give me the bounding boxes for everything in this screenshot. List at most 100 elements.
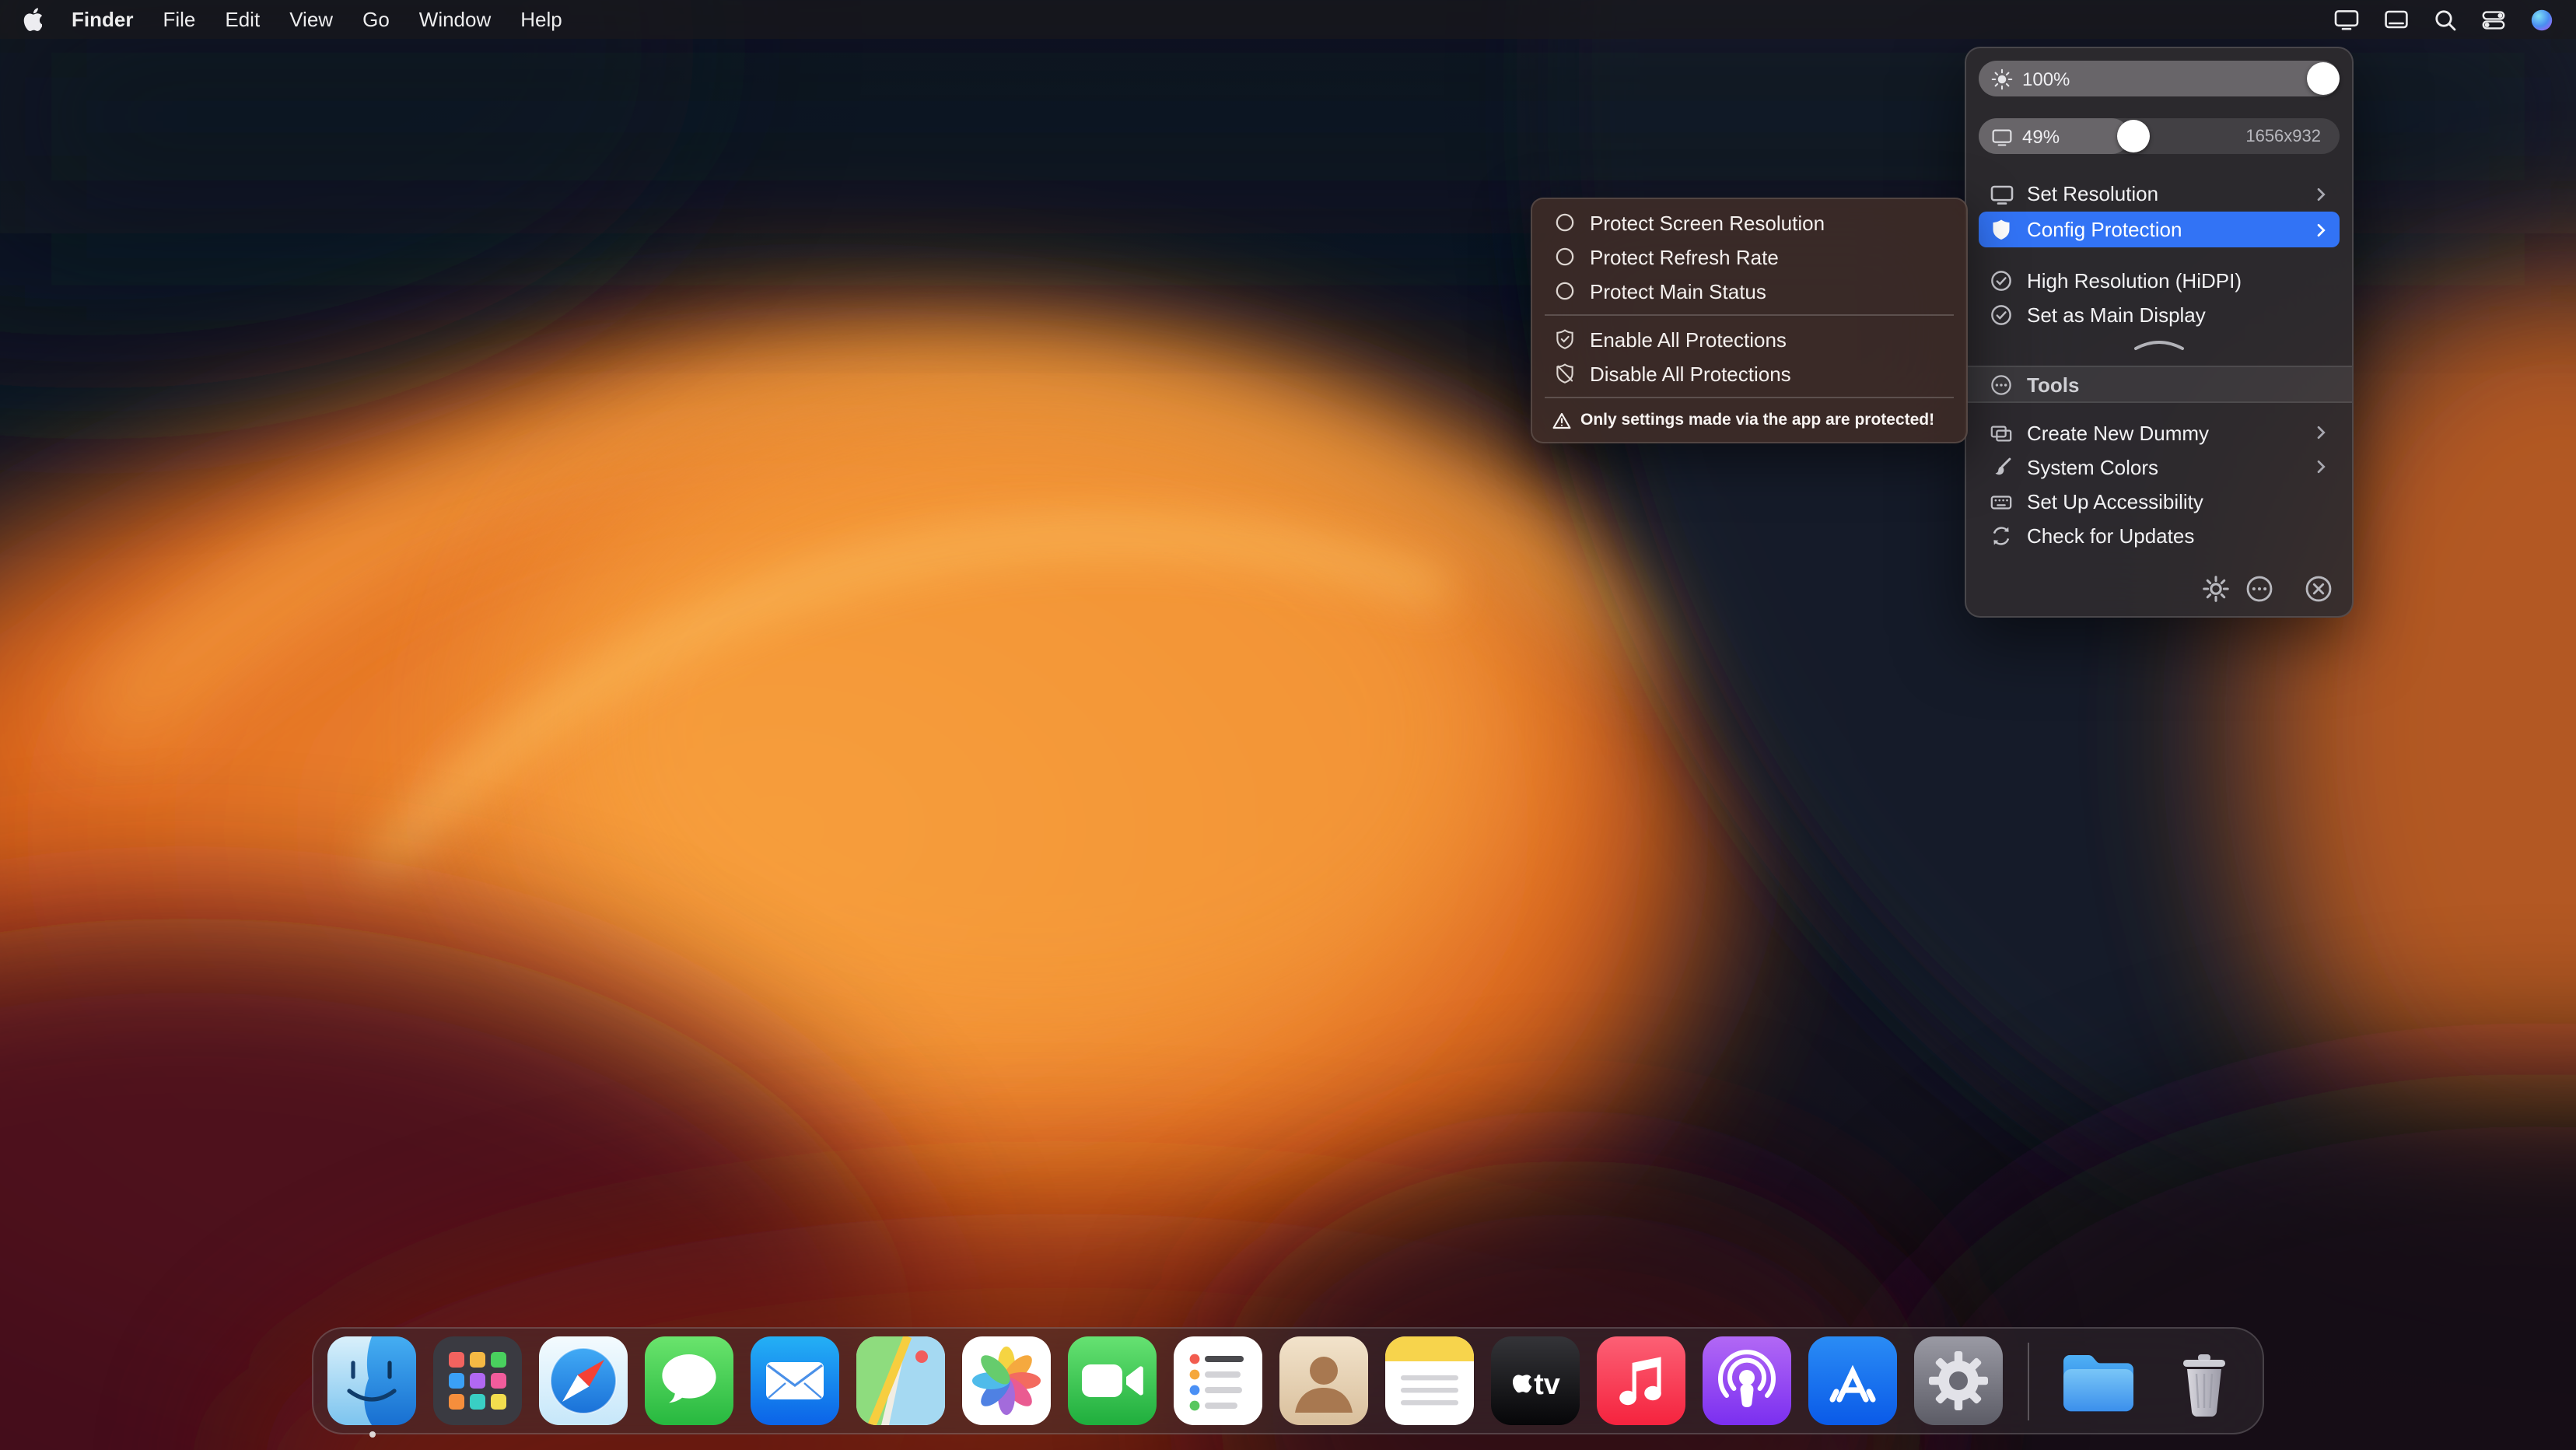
dock-icon-notes[interactable]	[1385, 1336, 1474, 1425]
panel-footer	[1979, 574, 2340, 607]
menu-go[interactable]: Go	[362, 8, 390, 31]
menu-item-set-up-accessibility[interactable]: Set Up Accessibility	[1979, 484, 2340, 518]
menu-bar: Finder File Edit View Go Window Help	[0, 0, 2576, 39]
window-display-icon[interactable]	[2383, 6, 2410, 33]
submenu-item-enable-all-protections[interactable]: Enable All Protections	[1540, 322, 1958, 356]
chevron-right-icon	[2312, 184, 2330, 203]
dock-icon-maps[interactable]	[856, 1336, 945, 1425]
apple-menu[interactable]	[22, 8, 42, 31]
running-indicator	[369, 1431, 375, 1438]
submenu-item-protect-refresh-rate[interactable]: Protect Refresh Rate	[1540, 240, 1958, 274]
accessibility-keyboard-icon	[1988, 489, 2014, 513]
check-circle-icon	[1988, 268, 2014, 292]
dock-icon-contacts[interactable]	[1279, 1336, 1368, 1425]
viewport: Finder File Edit View Go Window Help	[0, 0, 2576, 1450]
config-protection-submenu: Protect Screen Resolution Protect Refres…	[1531, 198, 1968, 443]
submenu-item-label: Protect Main Status	[1590, 279, 1766, 303]
menu-item-create-new-dummy[interactable]: Create New Dummy	[1979, 415, 2340, 450]
submenu-item-disable-all-protections[interactable]: Disable All Protections	[1540, 356, 1958, 391]
submenu-item-protect-main-status[interactable]: Protect Main Status	[1540, 274, 1958, 308]
menu-view[interactable]: View	[289, 8, 333, 31]
dock-icon-downloads[interactable]	[2054, 1336, 2143, 1425]
paintbrush-icon	[1988, 455, 2014, 478]
resolution-detail: 1656x932	[2245, 127, 2321, 145]
dock-icon-system-settings[interactable]	[1914, 1336, 2003, 1425]
check-circle-icon	[1988, 303, 2014, 326]
menu-item-label: Create New Dummy	[2027, 421, 2299, 444]
circle-icon	[1552, 212, 1576, 233]
submenu-item-label: Protect Screen Resolution	[1590, 211, 1825, 234]
dock-icon-facetime[interactable]	[1068, 1336, 1157, 1425]
dock-icon-podcasts[interactable]	[1703, 1336, 1791, 1425]
chevron-right-icon	[2312, 220, 2330, 239]
display-icon[interactable]	[2333, 6, 2360, 33]
dock-icon-tv[interactable]: tv	[1491, 1336, 1580, 1425]
control-center-icon[interactable]	[2481, 7, 2506, 32]
quit-icon[interactable]	[2304, 574, 2333, 604]
menu-item-config-protection[interactable]: Config Protection	[1979, 212, 2340, 247]
brightness-slider[interactable]: 100%	[1979, 61, 2340, 96]
dock-icon-reminders[interactable]	[1174, 1336, 1262, 1425]
settings-gear-icon[interactable]	[2201, 574, 2231, 604]
dock-icon-finder[interactable]	[327, 1336, 416, 1425]
resolution-knob[interactable]	[2116, 120, 2149, 152]
menu-item-main-display[interactable]: Set as Main Display	[1979, 297, 2340, 331]
divider	[1545, 314, 1954, 316]
protection-warning: Only settings made via the app are prote…	[1540, 405, 1958, 434]
resolution-value: 49%	[2022, 125, 2060, 147]
menu-item-label: System Colors	[2027, 455, 2299, 478]
menu-item-hidpi[interactable]: High Resolution (HiDPI)	[1979, 263, 2340, 297]
menu-item-label: High Resolution (HiDPI)	[2027, 268, 2330, 292]
siri-icon[interactable]	[2529, 7, 2554, 32]
display-menu-panel: 100% 49% 1656x932 Set Resolution	[1965, 47, 2354, 618]
shield-check-icon	[1552, 328, 1576, 350]
submenu-item-label: Enable All Protections	[1590, 327, 1787, 351]
shield-slash-icon	[1552, 362, 1576, 384]
dummy-display-icon	[1988, 421, 2014, 444]
brightness-value: 100%	[2022, 68, 2070, 89]
tools-section-header[interactable]: Tools	[1966, 366, 2352, 403]
menu-file[interactable]: File	[163, 8, 195, 31]
menu-item-label: Config Protection	[2027, 218, 2299, 241]
dock-icon-messages[interactable]	[645, 1336, 733, 1425]
submenu-item-label: Protect Refresh Rate	[1590, 245, 1779, 268]
dock-icon-safari[interactable]	[539, 1336, 628, 1425]
menu-edit[interactable]: Edit	[225, 8, 260, 31]
menu-item-label: Check for Updates	[2027, 524, 2330, 547]
menu-item-system-colors[interactable]: System Colors	[1979, 450, 2340, 484]
dock-divider	[2028, 1342, 2029, 1420]
shield-icon	[1988, 218, 2014, 241]
resolution-display-icon	[1991, 125, 2013, 147]
menu-help[interactable]: Help	[520, 8, 562, 31]
menu-item-label: Set Up Accessibility	[2027, 489, 2330, 513]
tv-logo-text: tv	[1534, 1368, 1560, 1401]
more-options-icon[interactable]	[2245, 574, 2274, 604]
menubar-app-name[interactable]: Finder	[72, 8, 133, 31]
dock-icon-app-store[interactable]	[1808, 1336, 1897, 1425]
dock: tv	[312, 1327, 2264, 1434]
dock-icon-launchpad[interactable]	[433, 1336, 522, 1425]
warning-icon	[1552, 412, 1571, 429]
dock-icon-mail[interactable]	[751, 1336, 839, 1425]
warning-text: Only settings made via the app are prote…	[1580, 411, 1934, 429]
menu-item-check-for-updates[interactable]: Check for Updates	[1979, 518, 2340, 552]
chevron-right-icon	[2312, 423, 2330, 442]
brightness-sun-icon	[1991, 68, 2013, 89]
collapse-chevron-icon[interactable]	[1979, 331, 2340, 356]
submenu-item-protect-screen-resolution[interactable]: Protect Screen Resolution	[1540, 205, 1958, 240]
dock-icon-trash[interactable]	[2160, 1336, 2249, 1425]
menu-item-label: Set Resolution	[2027, 182, 2299, 205]
dock-icon-photos[interactable]	[962, 1336, 1051, 1425]
menu-window[interactable]: Window	[419, 8, 492, 31]
chevron-right-icon	[2312, 457, 2330, 476]
menu-item-set-resolution[interactable]: Set Resolution	[1979, 176, 2340, 212]
menu-item-label: Set as Main Display	[2027, 303, 2330, 326]
divider	[1545, 397, 1954, 398]
dock-icon-music[interactable]	[1597, 1336, 1685, 1425]
brightness-knob[interactable]	[2307, 62, 2340, 95]
display-icon	[1988, 181, 2014, 206]
spotlight-icon[interactable]	[2433, 7, 2458, 32]
desktop: Finder File Edit View Go Window Help	[0, 0, 2576, 1450]
resolution-slider[interactable]: 49% 1656x932	[1979, 118, 2340, 154]
more-options-icon	[1988, 373, 2014, 396]
